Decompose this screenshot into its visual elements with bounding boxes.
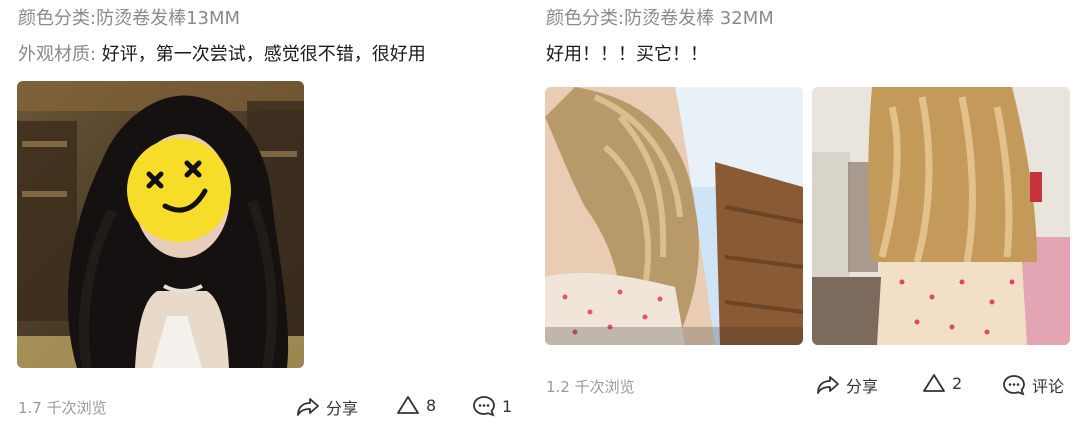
review-photo[interactable] (17, 81, 304, 368)
share-button[interactable]: 分享 (816, 373, 878, 397)
review-text: 外观材质: 好评，第一次尝试，感觉很不错，很好用 (18, 40, 426, 66)
share-button[interactable]: 分享 (296, 395, 358, 419)
share-arrow-icon (296, 397, 320, 417)
like-button[interactable]: 8 (396, 395, 436, 415)
review-card: 颜色分类:防烫卷发棒13MM 外观材质: 好评，第一次尝试，感觉很不错，很好用 (0, 0, 540, 425)
like-count: 8 (426, 395, 437, 415)
review-card: 颜色分类:防烫卷发棒 32MM 好用！！！买它！！ 1.2 千次浏览 分享 2 … (540, 0, 1080, 425)
like-count: 2 (952, 373, 963, 393)
review-photo[interactable] (812, 87, 1070, 345)
review-aspect-label: 外观材质: (18, 44, 97, 65)
variant-label: 颜色分类:防烫卷发棒13MM (18, 8, 241, 29)
share-label: 分享 (846, 377, 879, 396)
review-photo[interactable] (545, 87, 803, 345)
share-label: 分享 (326, 399, 359, 418)
view-count: 1.2 千次浏览 (546, 378, 635, 396)
triangle-like-icon (922, 373, 946, 393)
comment-count: 1 (502, 396, 513, 416)
speech-bubble-comment-icon (1002, 374, 1026, 396)
triangle-like-icon (396, 395, 420, 415)
review-body: 好用！！！买它！！ (546, 44, 708, 65)
view-count: 1.7 千次浏览 (18, 399, 107, 417)
comment-button[interactable]: 评论 (1002, 373, 1064, 397)
comment-button[interactable]: 1 (472, 395, 512, 417)
variant-label: 颜色分类:防烫卷发棒 32MM (546, 8, 774, 29)
review-body: 好评，第一次尝试，感觉很不错，很好用 (96, 44, 426, 65)
emoji-sticker (127, 138, 231, 242)
like-button[interactable]: 2 (922, 373, 962, 393)
share-arrow-icon (816, 375, 840, 395)
comment-label: 评论 (1032, 377, 1065, 396)
speech-bubble-comment-icon (472, 395, 496, 417)
